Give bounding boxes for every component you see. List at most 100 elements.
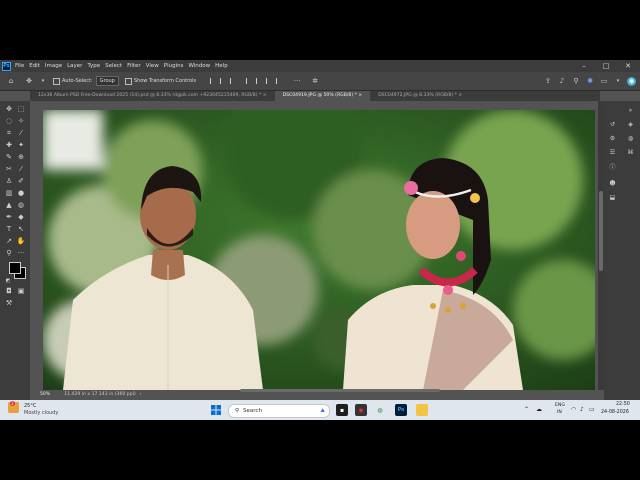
weather-desc[interactable]: Mostly cloudy <box>24 410 58 416</box>
generative-icon[interactable]: ✺ <box>585 76 595 86</box>
battery-icon[interactable]: ▭ <box>589 406 595 413</box>
move-tool-icon[interactable]: ✥ <box>4 104 14 114</box>
lasso-tool-icon[interactable]: ◌ <box>4 116 14 126</box>
people-icon[interactable]: ☻ <box>608 179 617 188</box>
adjustments-icon[interactable]: ☰ <box>608 148 617 157</box>
taskbar-search[interactable]: ⚲ Search ⛰ <box>228 404 330 418</box>
align-left-icon[interactable] <box>210 78 216 84</box>
type-tool-icon[interactable]: T <box>4 224 14 234</box>
history-icon[interactable]: ↺ <box>608 120 617 129</box>
task-view-icon[interactable]: ▪ <box>336 404 348 416</box>
screen-mode-icon[interactable]: ▣ <box>16 286 26 296</box>
align-center-icon[interactable] <box>220 78 226 84</box>
tab-close-icon[interactable]: × <box>358 93 362 98</box>
tab-dsc04919[interactable]: DSC04919.JPG @ 50% (RGB/8) * × <box>274 91 371 101</box>
align-top-icon[interactable] <box>246 78 252 84</box>
stamp-tool-icon[interactable]: ⊕ <box>16 152 26 162</box>
clone-stamp-icon[interactable]: ♙ <box>4 176 14 186</box>
tab-close-icon[interactable]: × <box>263 93 267 98</box>
foreground-color-swatch[interactable] <box>9 262 21 274</box>
libraries-icon[interactable]: ⬓ <box>608 193 617 202</box>
search-icon[interactable]: ⚲ <box>571 76 581 86</box>
notification-icon[interactable]: ♪ <box>557 76 567 86</box>
sponge-tool-icon[interactable]: ◆ <box>16 212 26 222</box>
expand-panels-icon[interactable]: » <box>626 106 635 115</box>
properties-icon[interactable]: ⚙ <box>608 134 617 143</box>
pencil-tool-icon[interactable]: ✐ <box>16 176 26 186</box>
paths-icon[interactable]: ⌘ <box>626 148 635 157</box>
crop-tool-icon[interactable]: ⌗ <box>4 128 14 138</box>
tab-dsc04972[interactable]: DSC04972.JPG @ 8.33% (RGB/8) * × <box>370 91 470 101</box>
tab-album-psd[interactable]: 12x36 Album PSD Free-Download 2025 (14).… <box>30 91 275 101</box>
history-brush-icon[interactable]: ✂ <box>4 164 14 174</box>
app-icon-red[interactable]: ◉ <box>355 404 367 416</box>
path-select-icon[interactable]: ↖ <box>16 224 26 234</box>
info-icon[interactable]: ⓘ <box>608 162 617 171</box>
smudge-tool-icon[interactable]: ◍ <box>16 200 26 210</box>
maximize-icon[interactable]: □ <box>596 60 616 72</box>
menu-image[interactable]: Image <box>45 63 62 69</box>
channels-icon[interactable]: ◍ <box>626 134 635 143</box>
menu-filter[interactable]: Filter <box>127 63 141 69</box>
clock-date[interactable]: 24-08-2026 <box>601 410 629 415</box>
volume-icon[interactable]: ♪ <box>580 406 584 413</box>
canvas-area[interactable] <box>30 101 600 390</box>
eyedropper-icon[interactable]: ⁄ <box>16 128 26 138</box>
artboard-tool-icon[interactable]: ⬚ <box>16 104 26 114</box>
auto-select-checkbox[interactable] <box>53 77 60 85</box>
move-tool-icon[interactable]: ✥ <box>24 76 34 86</box>
patch-tool-icon[interactable]: ✦ <box>16 140 26 150</box>
file-explorer-icon[interactable] <box>416 404 428 416</box>
pen-tool-icon[interactable]: ✒ <box>4 212 14 222</box>
zoom-level[interactable]: 50% <box>40 392 50 397</box>
layers-icon[interactable]: ◈ <box>626 120 635 129</box>
quick-mask-icon[interactable]: ◘ <box>4 286 14 296</box>
chrome-icon[interactable]: ◍ <box>374 404 386 416</box>
auto-select-dropdown[interactable]: Group <box>95 76 119 86</box>
menu-help[interactable]: Help <box>215 63 228 69</box>
menu-view[interactable]: View <box>146 63 159 69</box>
menu-edit[interactable]: Edit <box>29 63 40 69</box>
blur-tool-icon[interactable]: ● <box>16 188 26 198</box>
menu-window[interactable]: Window <box>188 63 210 69</box>
weather-temp[interactable]: 25°C <box>24 403 36 409</box>
dodge-tool-icon[interactable]: ▲ <box>4 200 14 210</box>
menu-plugins[interactable]: Plugins <box>164 63 184 69</box>
gradient-tool-icon[interactable]: ▥ <box>4 188 14 198</box>
document-photo[interactable] <box>43 110 595 390</box>
status-menu-arrow[interactable]: › <box>140 392 142 397</box>
wifi-icon[interactable]: ◠ <box>571 406 576 413</box>
tab-close-icon[interactable]: × <box>458 93 462 98</box>
menu-select[interactable]: Select <box>105 63 122 69</box>
language-indicator[interactable]: ENG <box>555 403 565 408</box>
healing-brush-icon[interactable]: ✚ <box>4 140 14 150</box>
align-bottom-icon[interactable] <box>266 78 272 84</box>
zoom-tool-icon[interactable]: ⚲ <box>4 248 14 258</box>
menu-type[interactable]: Type <box>87 63 100 69</box>
menu-layer[interactable]: Layer <box>67 63 82 69</box>
home-icon[interactable]: ⌂ <box>6 76 16 86</box>
default-colors-icon[interactable]: ◩ <box>3 276 13 286</box>
more-tools-icon[interactable]: ··· <box>16 248 26 258</box>
hand-tool-icon[interactable]: ✋ <box>16 236 26 246</box>
extra-tools-icon[interactable]: ⚒ <box>4 298 14 308</box>
share-icon[interactable]: ⇪ <box>543 76 553 86</box>
eraser-tool-icon[interactable]: ⁄ <box>16 164 26 174</box>
direct-select-icon[interactable]: ↗ <box>4 236 14 246</box>
clock-time[interactable]: 22:50 <box>616 402 630 407</box>
vertical-scroll-thumb[interactable] <box>599 191 603 271</box>
close-icon[interactable]: ✕ <box>618 60 638 72</box>
distribute-icon[interactable] <box>276 78 282 84</box>
horizontal-scrollbar[interactable] <box>240 389 440 392</box>
brush-tool-icon[interactable]: ✎ <box>4 152 14 162</box>
more-options-icon[interactable]: ··· <box>292 76 302 86</box>
region-indicator[interactable]: IN <box>557 410 562 415</box>
align-right-icon[interactable] <box>230 78 236 84</box>
user-avatar[interactable]: ◉ <box>627 76 636 86</box>
workspace-chevron-icon[interactable]: ▾ <box>613 76 623 86</box>
windows-start-icon[interactable] <box>210 404 222 416</box>
tray-chevron-icon[interactable]: ⌃ <box>524 406 529 413</box>
show-transform-checkbox[interactable] <box>124 77 132 85</box>
minimize-icon[interactable]: – <box>574 60 594 72</box>
menu-file[interactable]: File <box>15 63 24 69</box>
